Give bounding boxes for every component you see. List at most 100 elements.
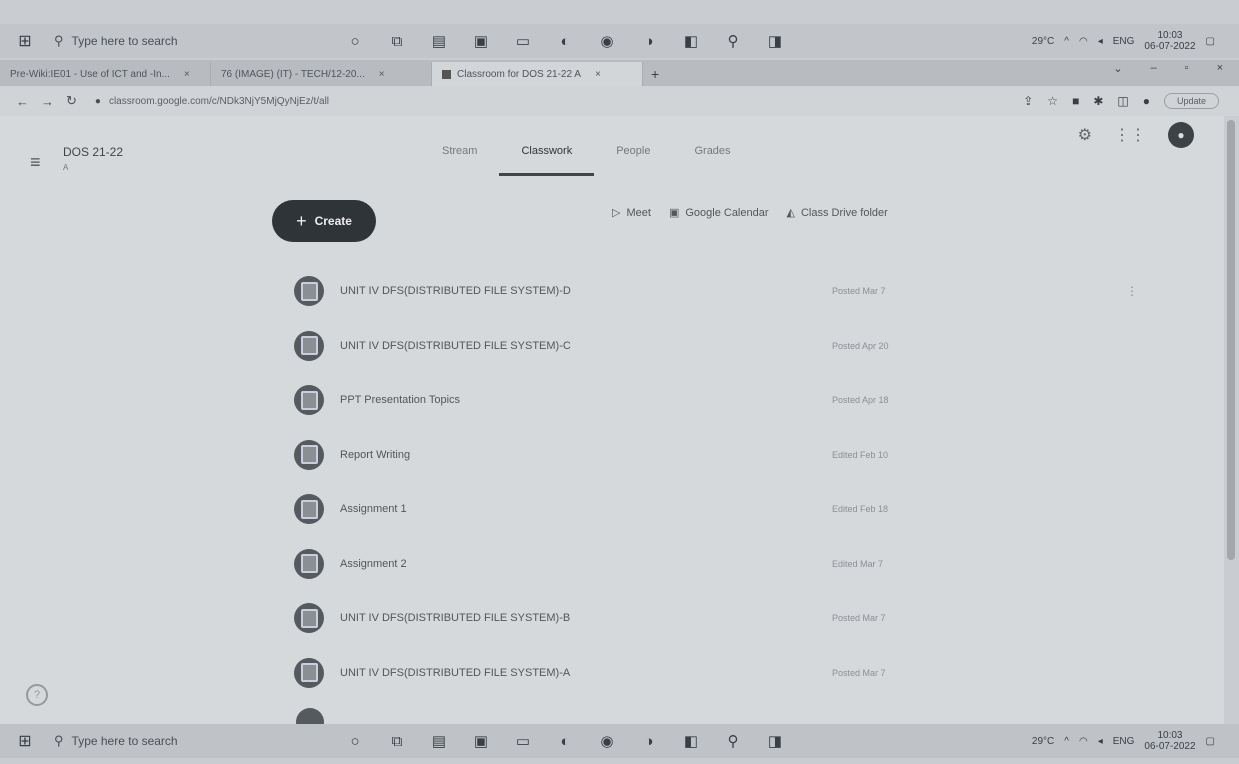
language-text[interactable]: ENG bbox=[1113, 36, 1135, 47]
taskbar-search[interactable]: ⚲ Type here to search bbox=[54, 733, 274, 749]
volume-icon[interactable]: ◂ bbox=[1098, 36, 1103, 47]
close-window-icon[interactable]: × bbox=[1217, 62, 1223, 75]
list-item[interactable]: PPT Presentation Topics Posted Apr 18 bbox=[294, 373, 1174, 428]
page-scrollbar[interactable] bbox=[1224, 116, 1239, 724]
tab-grades[interactable]: Grades bbox=[672, 134, 752, 176]
network-icon[interactable]: ◠ bbox=[1079, 36, 1088, 47]
classroom-tabs: Stream Classwork People Grades bbox=[420, 134, 753, 176]
class-name[interactable]: DOS 21-22 bbox=[63, 145, 123, 159]
close-tab-icon[interactable]: × bbox=[379, 69, 385, 80]
settings-icon[interactable]: ⚙ bbox=[1078, 125, 1092, 145]
calendar-link[interactable]: ▣ Google Calendar bbox=[669, 206, 769, 220]
edge-icon[interactable]: ◐ bbox=[554, 30, 576, 52]
outlook-icon[interactable]: ◧ bbox=[680, 30, 702, 52]
notification-icon[interactable]: ▢ bbox=[1206, 36, 1215, 47]
network-icon[interactable]: ◠ bbox=[1079, 736, 1088, 747]
volume-icon[interactable]: ◂ bbox=[1098, 736, 1103, 747]
tray-chevron-icon[interactable]: ^ bbox=[1064, 736, 1069, 747]
apps-grid-icon[interactable]: ⋮⋮ bbox=[1114, 125, 1146, 145]
puzzle-icon[interactable]: ✱ bbox=[1093, 94, 1103, 108]
cortana-icon[interactable]: ○ bbox=[344, 730, 366, 752]
extension-icon[interactable]: ■ bbox=[1072, 94, 1079, 108]
list-item[interactable]: Assignment 2 Edited Mar 7 bbox=[294, 537, 1174, 592]
close-tab-icon[interactable]: × bbox=[184, 69, 190, 80]
file-explorer-icon[interactable]: ▤ bbox=[428, 730, 450, 752]
browser-tab[interactable]: 76 (IMAGE) (IT) - TECH/12-20... × bbox=[211, 62, 432, 86]
list-item[interactable]: UNIT IV DFS(DISTRIBUTED FILE SYSTEM)-A P… bbox=[294, 646, 1174, 701]
list-item[interactable]: UNIT IV DFS(DISTRIBUTED FILE SYSTEM)-B P… bbox=[294, 591, 1174, 646]
taskbar-search[interactable]: ⚲ Type here to search bbox=[54, 33, 274, 49]
back-icon[interactable]: ← bbox=[16, 94, 29, 109]
drive-folder-link[interactable]: ◭ Class Drive folder bbox=[787, 206, 888, 220]
chrome-icon[interactable]: ◉ bbox=[596, 30, 618, 52]
magnifier-icon[interactable]: ⚲ bbox=[722, 730, 744, 752]
item-title: UNIT IV DFS(DISTRIBUTED FILE SYSTEM)-B bbox=[340, 612, 571, 625]
create-button[interactable]: + Create bbox=[272, 200, 376, 242]
tray-chevron-icon[interactable]: ^ bbox=[1064, 36, 1069, 47]
classwork-actions: ▷ Meet ▣ Google Calendar ◭ Class Drive f… bbox=[612, 206, 888, 220]
task-view-icon[interactable]: ⧉ bbox=[386, 30, 408, 52]
more-options-icon[interactable]: ⋮ bbox=[1126, 284, 1138, 298]
classwork-list: UNIT IV DFS(DISTRIBUTED FILE SYSTEM)-D P… bbox=[294, 264, 1174, 700]
help-icon[interactable]: ? bbox=[26, 684, 48, 706]
window-controls: ⌄ – ▫ × bbox=[1113, 62, 1223, 75]
close-tab-icon[interactable]: × bbox=[595, 69, 601, 80]
bookmark-icon[interactable]: ☆ bbox=[1047, 94, 1058, 108]
clock[interactable]: 10:03 06-07-2022 bbox=[1144, 30, 1195, 52]
cortana-icon[interactable]: ○ bbox=[344, 30, 366, 52]
drive-label: Class Drive folder bbox=[800, 206, 888, 219]
magnifier-icon[interactable]: ⚲ bbox=[722, 30, 744, 52]
teams-icon[interactable]: ◨ bbox=[764, 730, 786, 752]
share-icon[interactable]: ⇪ bbox=[1023, 94, 1033, 108]
item-date: Posted Apr 18 bbox=[832, 395, 889, 406]
edge-icon[interactable]: ◐ bbox=[554, 730, 576, 752]
teams-icon[interactable]: ◨ bbox=[764, 30, 786, 52]
item-date: Edited Feb 18 bbox=[832, 504, 889, 515]
tab-people[interactable]: People bbox=[594, 134, 672, 176]
folder-icon[interactable]: ▭ bbox=[512, 30, 534, 52]
outlook-icon[interactable]: ◧ bbox=[680, 730, 702, 752]
browser-tab-active[interactable]: Classroom for DOS 21-22 A × bbox=[432, 62, 643, 86]
main-menu-icon[interactable]: ≡ bbox=[30, 152, 41, 173]
profile-icon[interactable]: ● bbox=[1143, 94, 1150, 108]
list-item[interactable]: UNIT IV DFS(DISTRIBUTED FILE SYSTEM)-C P… bbox=[294, 319, 1174, 374]
list-item[interactable]: Report Writing Edited Feb 10 bbox=[294, 428, 1174, 483]
tab-classwork[interactable]: Classwork bbox=[499, 134, 595, 176]
avatar[interactable]: ● bbox=[1168, 122, 1194, 148]
task-view-icon[interactable]: ⧉ bbox=[386, 730, 408, 752]
update-button[interactable]: Update bbox=[1163, 93, 1219, 109]
browser-extensions: ⇪ ☆ ■ ✱ ◫ ● Update bbox=[1023, 93, 1219, 109]
sidebar-icon[interactable]: ◫ bbox=[1117, 94, 1128, 108]
windows-start-icon[interactable]: ⊞ bbox=[14, 30, 36, 52]
reload-icon[interactable]: ↻ bbox=[66, 93, 77, 109]
language-text[interactable]: ENG bbox=[1113, 736, 1135, 747]
minimize-icon[interactable]: – bbox=[1151, 62, 1157, 75]
taskbar-apps: ○ ⧉ ▤ ▣ ▭ ◐ ◉ ◑ ◧ ⚲ ◨ bbox=[344, 730, 786, 752]
browser-tab-label: 76 (IMAGE) (IT) - TECH/12-20... bbox=[221, 68, 365, 80]
chrome-icon[interactable]: ◉ bbox=[596, 730, 618, 752]
file-explorer-icon[interactable]: ▤ bbox=[428, 30, 450, 52]
item-title: Assignment 2 bbox=[340, 557, 407, 570]
next-item-icon-partial bbox=[296, 708, 324, 724]
folder-icon[interactable]: ▭ bbox=[512, 730, 534, 752]
windows-start-icon[interactable]: ⊞ bbox=[14, 730, 36, 752]
browser-icon[interactable]: ◑ bbox=[638, 730, 660, 752]
store-icon[interactable]: ▣ bbox=[470, 30, 492, 52]
browser-icon[interactable]: ◑ bbox=[638, 30, 660, 52]
browser-tab[interactable]: Pre-Wiki:IE01 - Use of ICT and -In... × bbox=[0, 62, 211, 86]
forward-icon[interactable]: → bbox=[41, 94, 54, 109]
store-icon[interactable]: ▣ bbox=[470, 730, 492, 752]
url-field[interactable]: classroom.google.com/c/NDk3NjY5MjQyNjEz/… bbox=[109, 96, 329, 107]
notification-icon[interactable]: ▢ bbox=[1206, 736, 1215, 747]
new-tab-button[interactable]: + bbox=[651, 66, 659, 86]
meet-link[interactable]: ▷ Meet bbox=[612, 206, 651, 220]
tab-stream[interactable]: Stream bbox=[420, 134, 499, 176]
class-section: A bbox=[63, 163, 69, 172]
list-item[interactable]: Assignment 1 Edited Feb 18 bbox=[294, 482, 1174, 537]
tab-search-icon[interactable]: ⌄ bbox=[1113, 62, 1122, 75]
clock[interactable]: 10:03 06-07-2022 bbox=[1144, 730, 1195, 752]
list-item[interactable]: UNIT IV DFS(DISTRIBUTED FILE SYSTEM)-D P… bbox=[294, 264, 1174, 319]
item-title: UNIT IV DFS(DISTRIBUTED FILE SYSTEM)-A bbox=[340, 666, 571, 679]
maximize-icon[interactable]: ▫ bbox=[1185, 62, 1189, 75]
scrollbar-thumb[interactable] bbox=[1227, 120, 1235, 560]
